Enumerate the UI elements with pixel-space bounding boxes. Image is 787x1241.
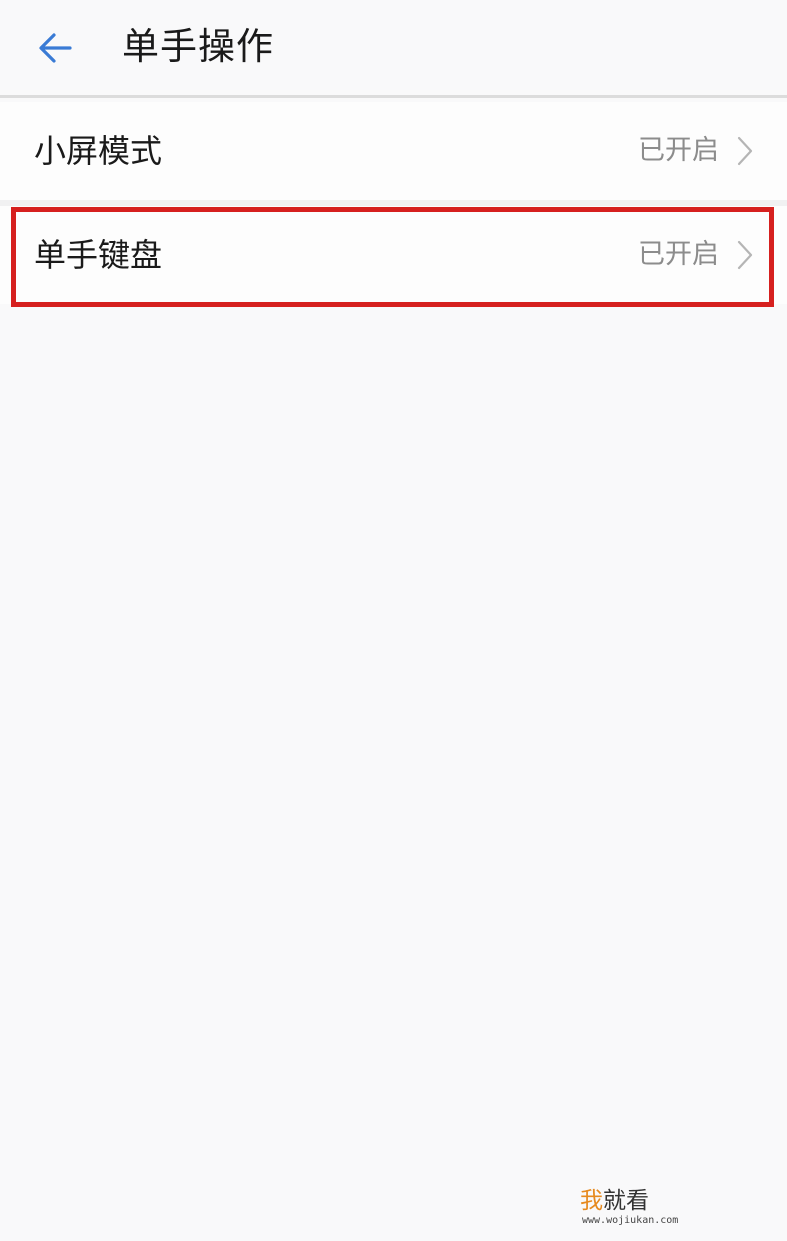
arrow-left-icon (39, 33, 72, 63)
page-title: 单手操作 (122, 25, 274, 68)
header-divider (0, 95, 787, 98)
watermark-brand: 我就看 (580, 1187, 649, 1215)
chevron-right-icon (737, 240, 753, 270)
list-item-label: 单手键盘 (34, 236, 163, 274)
list-item-label: 小屏模式 (34, 132, 163, 170)
status-value: 已开启 (638, 135, 719, 166)
back-button[interactable] (30, 24, 86, 72)
watermark-url: www.wojiukan.com (582, 1215, 679, 1226)
list-item-one-hand-keyboard[interactable]: 单手键盘 已开启 (0, 206, 787, 304)
app-header: 单手操作 (0, 0, 787, 96)
watermark-logo: 我就看 www.wojiukan.com (580, 1187, 690, 1227)
chevron-right-icon (737, 136, 753, 166)
watermark-brand-part1: 我 (580, 1188, 603, 1214)
watermark-brand-part2: 就看 (603, 1188, 649, 1214)
status-value: 已开启 (638, 239, 719, 270)
list-item-small-screen-mode[interactable]: 小屏模式 已开启 (0, 102, 787, 200)
